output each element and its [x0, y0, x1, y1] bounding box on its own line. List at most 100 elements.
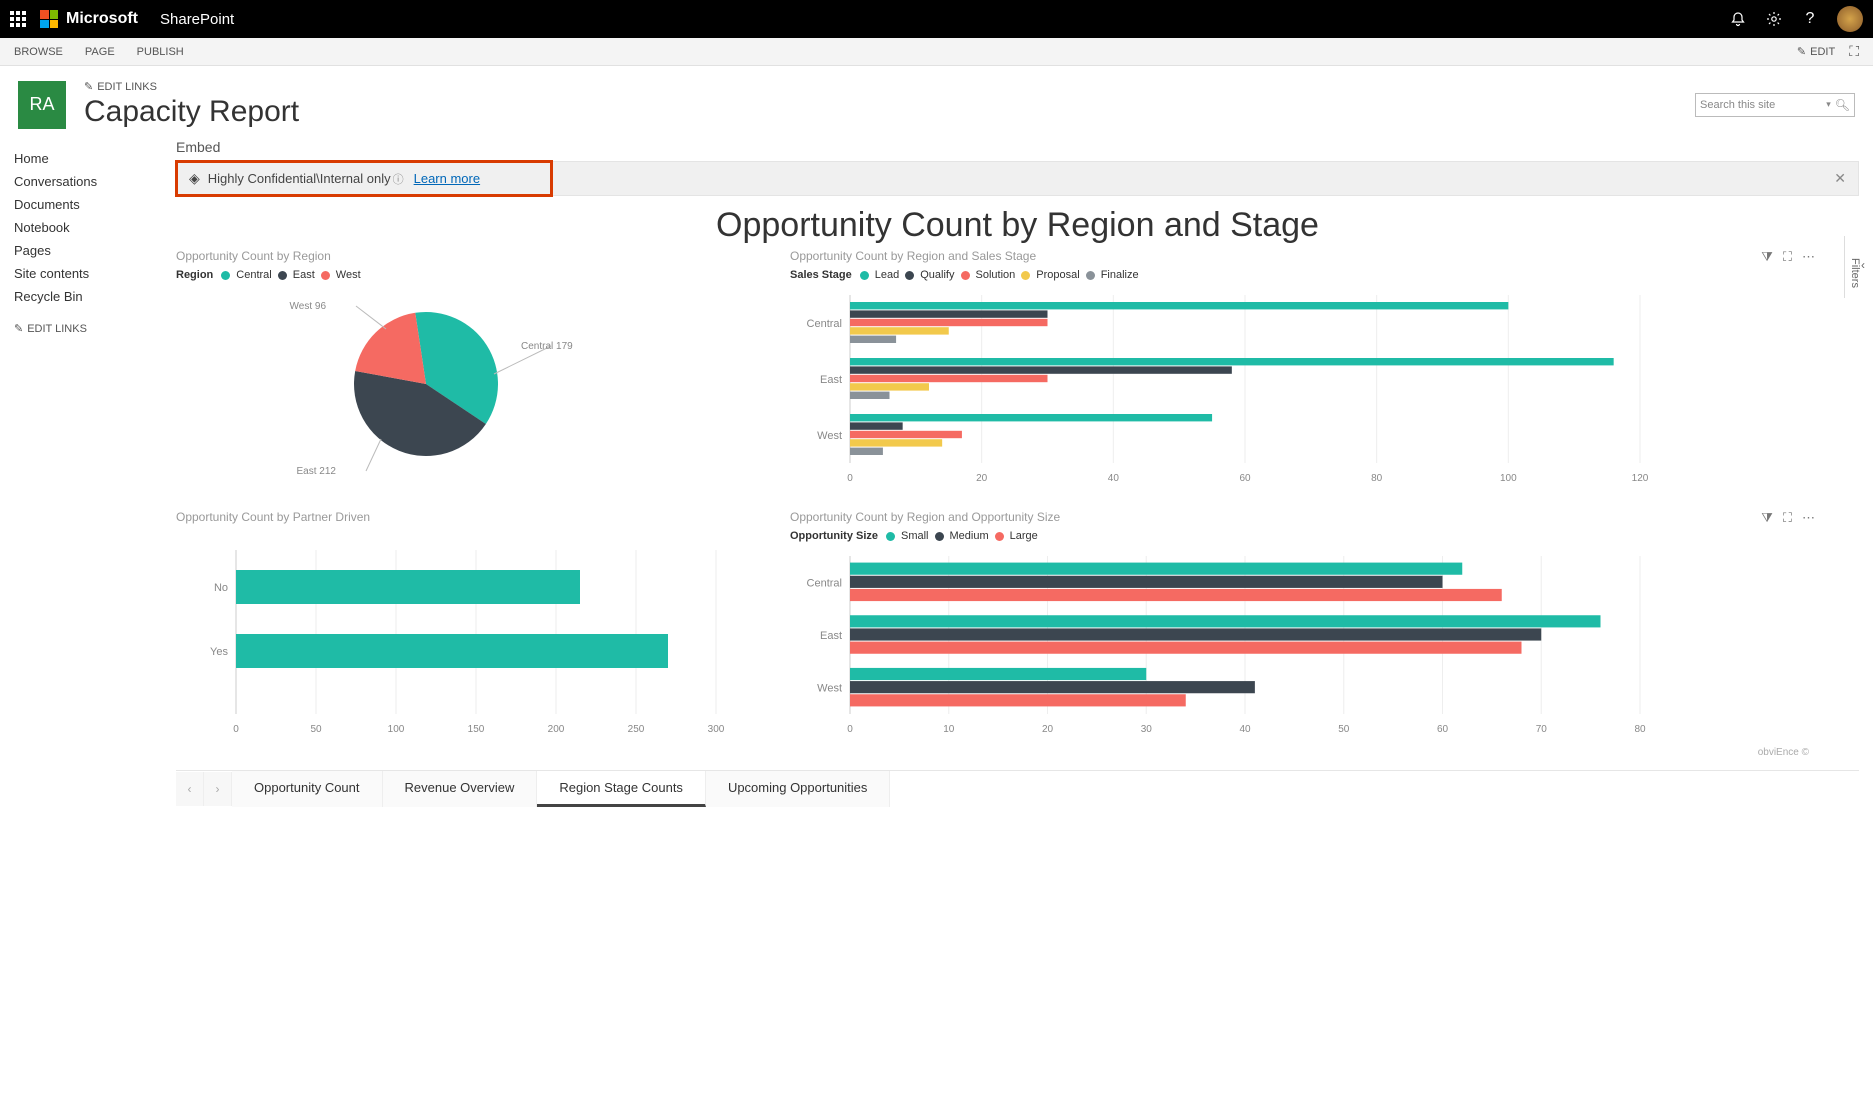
- sensitivity-icon: ◈: [189, 170, 200, 187]
- legend-item[interactable]: Finalize: [1101, 269, 1139, 281]
- legend-item[interactable]: Proposal: [1036, 269, 1079, 281]
- ribbon-tab-browse[interactable]: BROWSE: [14, 46, 63, 58]
- search-icon[interactable]: 🔍︎: [1835, 98, 1850, 112]
- search-input[interactable]: Search this site ▾ 🔍︎: [1695, 93, 1855, 117]
- svg-text:0: 0: [847, 473, 853, 484]
- ribbon-tab-publish[interactable]: PUBLISH: [137, 46, 184, 58]
- filters-label: Filters: [1849, 258, 1861, 288]
- brand-text: Microsoft: [66, 10, 138, 28]
- chevron-down-icon[interactable]: ▾: [1826, 99, 1831, 110]
- svg-text:80: 80: [1371, 473, 1383, 484]
- brand-logo: Microsoft: [40, 10, 138, 28]
- svg-text:10: 10: [943, 724, 955, 735]
- svg-text:200: 200: [548, 724, 565, 735]
- focus-icon[interactable]: ⛶: [1783, 249, 1792, 265]
- app-launcher-icon[interactable]: [10, 11, 26, 27]
- legend-item[interactable]: East: [293, 269, 315, 281]
- more-icon[interactable]: ⋯: [1802, 249, 1815, 265]
- tab-prev-button[interactable]: ‹: [176, 772, 204, 806]
- svg-text:50: 50: [1338, 724, 1350, 735]
- site-logo[interactable]: RA: [18, 81, 66, 129]
- chart-title: Opportunity Count by Region and Sales St…: [790, 249, 1819, 263]
- info-icon[interactable]: ⓘ: [393, 171, 404, 187]
- filters-pane-toggle[interactable]: ‹ Filters: [1844, 236, 1869, 298]
- chart-title: Opportunity Count by Region: [176, 249, 766, 263]
- pencil-icon: [1797, 45, 1806, 58]
- page-tab-opportunity-count[interactable]: Opportunity Count: [232, 771, 383, 807]
- notifications-icon[interactable]: [1729, 10, 1747, 28]
- chart-legend: RegionCentralEastWest: [176, 269, 766, 281]
- legend-item[interactable]: Small: [901, 530, 929, 542]
- edit-label: EDIT: [1810, 46, 1835, 58]
- app-name[interactable]: SharePoint: [160, 11, 234, 28]
- focus-icon[interactable]: ⛶: [1783, 510, 1792, 526]
- user-avatar[interactable]: [1837, 6, 1863, 32]
- help-icon[interactable]: ?: [1801, 10, 1819, 28]
- settings-gear-icon[interactable]: [1765, 10, 1783, 28]
- legend-item[interactable]: Solution: [976, 269, 1016, 281]
- svg-text:West: West: [817, 430, 842, 442]
- page-tab-region-stage-counts[interactable]: Region Stage Counts: [537, 771, 706, 807]
- legend-item[interactable]: Qualify: [920, 269, 954, 281]
- more-icon[interactable]: ⋯: [1802, 510, 1815, 526]
- svg-text:East: East: [820, 630, 842, 642]
- filter-icon[interactable]: ⧩: [1761, 510, 1773, 526]
- nav-item-documents[interactable]: Documents: [14, 193, 136, 216]
- edit-links-top[interactable]: EDIT LINKS: [84, 80, 299, 93]
- legend-item[interactable]: Lead: [875, 269, 899, 281]
- chart-canvas: West 96Central 179East 212: [176, 289, 736, 489]
- chart-bars-partner[interactable]: Opportunity Count by Partner Driven 0501…: [176, 510, 766, 743]
- chart-pie-region[interactable]: Opportunity Count by Region RegionCentra…: [176, 249, 766, 492]
- nav-item-conversations[interactable]: Conversations: [14, 170, 136, 193]
- svg-text:West: West: [817, 683, 842, 695]
- svg-text:20: 20: [1042, 724, 1054, 735]
- chevron-left-icon: ‹: [1861, 258, 1865, 272]
- svg-text:No: No: [214, 582, 228, 594]
- nav-item-recycle-bin[interactable]: Recycle Bin: [14, 285, 136, 308]
- suite-header: Microsoft SharePoint ?: [0, 0, 1873, 38]
- nav-item-pages[interactable]: Pages: [14, 239, 136, 262]
- svg-text:40: 40: [1108, 473, 1120, 484]
- svg-text:250: 250: [628, 724, 645, 735]
- report-page-tabs: ‹ › Opportunity CountRevenue OverviewReg…: [176, 770, 1859, 807]
- chart-bars-stage[interactable]: ⧩ ⛶ ⋯ Opportunity Count by Region and Sa…: [790, 249, 1819, 492]
- legend-item[interactable]: Large: [1010, 530, 1038, 542]
- chart-title: Opportunity Count by Partner Driven: [176, 510, 766, 524]
- legend-item[interactable]: West: [336, 269, 361, 281]
- nav-item-home[interactable]: Home: [14, 147, 136, 170]
- page-tab-revenue-overview[interactable]: Revenue Overview: [383, 771, 538, 807]
- filter-icon[interactable]: ⧩: [1761, 249, 1773, 265]
- svg-text:100: 100: [1500, 473, 1517, 484]
- edit-links-bottom[interactable]: EDIT LINKS: [14, 322, 136, 335]
- nav-item-site-contents[interactable]: Site contents: [14, 262, 136, 285]
- legend-item[interactable]: Medium: [950, 530, 989, 542]
- svg-text:60: 60: [1239, 473, 1251, 484]
- nav-item-notebook[interactable]: Notebook: [14, 216, 136, 239]
- edit-links-label: EDIT LINKS: [27, 323, 87, 335]
- svg-text:20: 20: [976, 473, 988, 484]
- ribbon-tab-page[interactable]: PAGE: [85, 46, 115, 58]
- edit-page-button[interactable]: EDIT: [1797, 45, 1835, 58]
- chart-title: Opportunity Count by Region and Opportun…: [790, 510, 1819, 524]
- svg-text:East 212: East 212: [297, 466, 337, 477]
- chart-canvas: 01020304050607080CentralEastWest: [790, 550, 1660, 740]
- legend-item[interactable]: Central: [236, 269, 271, 281]
- svg-text:120: 120: [1632, 473, 1649, 484]
- fullscreen-icon[interactable]: ⛶: [1849, 43, 1859, 60]
- ribbon: BROWSE PAGE PUBLISH EDIT ⛶: [0, 38, 1873, 66]
- learn-more-link[interactable]: Learn more: [414, 171, 480, 186]
- chart-legend: Opportunity SizeSmallMediumLarge: [790, 530, 1819, 542]
- svg-text:Yes: Yes: [210, 646, 228, 658]
- microsoft-logo-icon: [40, 10, 58, 28]
- tab-next-button[interactable]: ›: [204, 772, 232, 806]
- close-icon[interactable]: ✕: [1834, 170, 1846, 187]
- chart-bars-size[interactable]: ⧩ ⛶ ⋯ Opportunity Count by Region and Op…: [790, 510, 1819, 743]
- svg-text:East: East: [820, 374, 842, 386]
- page-tab-upcoming-opportunities[interactable]: Upcoming Opportunities: [706, 771, 890, 807]
- page-header: RA EDIT LINKS Capacity Report Search thi…: [0, 66, 1873, 139]
- svg-text:100: 100: [388, 724, 405, 735]
- svg-text:Central: Central: [807, 318, 842, 330]
- tile-controls: ⧩ ⛶ ⋯: [1761, 249, 1815, 265]
- svg-text:50: 50: [310, 724, 322, 735]
- svg-text:80: 80: [1634, 724, 1646, 735]
